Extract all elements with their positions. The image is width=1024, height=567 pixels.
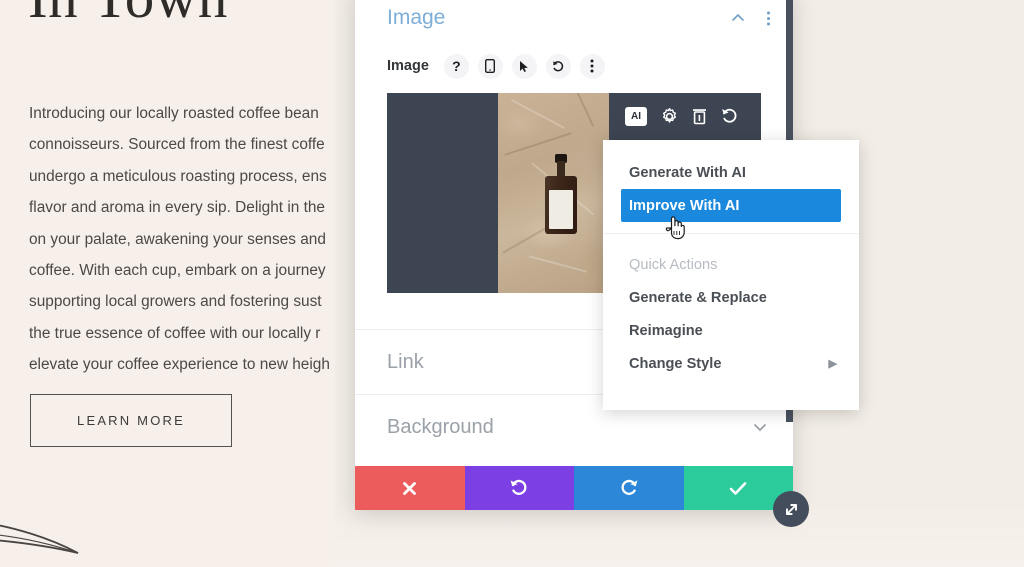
modal-title: Image [387, 6, 446, 29]
learn-more-button[interactable]: LEARN MORE [30, 394, 232, 447]
paragraph-line: connoisseurs. Sourced from the finest co… [29, 136, 325, 154]
paragraph-line: coffee. With each cup, embark on a journ… [29, 262, 326, 280]
responsive-mobile-icon[interactable] [477, 53, 503, 79]
paragraph-line: elevate your coffee experience to new he… [29, 356, 330, 374]
background-section-label: Background [387, 415, 494, 438]
page-title: In Town [28, 0, 228, 30]
quick-actions-heading: Quick Actions [629, 256, 718, 273]
ai-badge-button[interactable]: AI [625, 107, 647, 126]
ai-context-menu: Generate With AI Improve With AI Quick A… [603, 140, 859, 410]
paragraph-line: the true essence of coffee with our loca… [29, 324, 321, 342]
body-paragraph: Introducing our locally roasted coffee b… [29, 98, 360, 381]
menu-item-generate-with-ai[interactable]: Generate With AI [603, 156, 859, 189]
paragraph-line: on your palate, awakening your senses an… [29, 230, 326, 248]
submenu-arrow-icon: ▶ [828, 358, 837, 370]
delete-trash-icon[interactable] [692, 108, 707, 125]
dropper-bottle [545, 176, 577, 234]
image-action-toolbar: AI [625, 107, 761, 126]
chevron-down-icon[interactable] [751, 418, 769, 436]
chevron-up-icon[interactable] [730, 10, 746, 26]
redo-button[interactable] [574, 466, 684, 510]
paragraph-line: Introducing our locally roasted coffee b… [29, 105, 319, 122]
more-options-icon[interactable] [579, 53, 605, 79]
image-field-label: Image [387, 58, 429, 74]
menu-item-reimagine[interactable]: Reimagine [603, 314, 859, 347]
hover-cursor-icon[interactable] [511, 53, 537, 79]
revert-undo-icon[interactable] [721, 108, 739, 125]
website-content-column: In Town Introducing our locally roasted … [0, 0, 360, 567]
menu-divider [603, 233, 859, 234]
image-thumbnail[interactable] [498, 93, 609, 293]
menu-item-improve-with-ai[interactable]: Improve With AI [621, 189, 841, 222]
bottle-label [549, 190, 573, 229]
help-icon[interactable]: ? [443, 53, 469, 79]
menu-item-generate-and-replace[interactable]: Generate & Replace [603, 281, 859, 314]
reset-undo-icon[interactable] [545, 53, 571, 79]
undo-button[interactable] [464, 466, 574, 510]
image-field-toolbar: Image ? [355, 48, 793, 84]
menu-item-change-style[interactable]: Change Style ▶ [603, 347, 859, 380]
cancel-button[interactable] [355, 466, 465, 510]
vertical-dots-icon[interactable] [762, 10, 775, 27]
paragraph-line: undergo a meticulous roasting process, e… [29, 167, 327, 185]
modal-action-bar [355, 466, 793, 510]
leaf-flourish-icon [0, 524, 79, 554]
modal-header: Image [355, 0, 793, 48]
paragraph-line: flavor and aroma in every sip. Delight i… [29, 199, 325, 217]
settings-gear-icon[interactable] [661, 108, 678, 125]
diagonal-resize-icon[interactable] [773, 491, 809, 527]
menu-item-change-style-label: Change Style [629, 355, 722, 372]
paragraph-line: supporting local growers and fostering s… [29, 293, 322, 311]
